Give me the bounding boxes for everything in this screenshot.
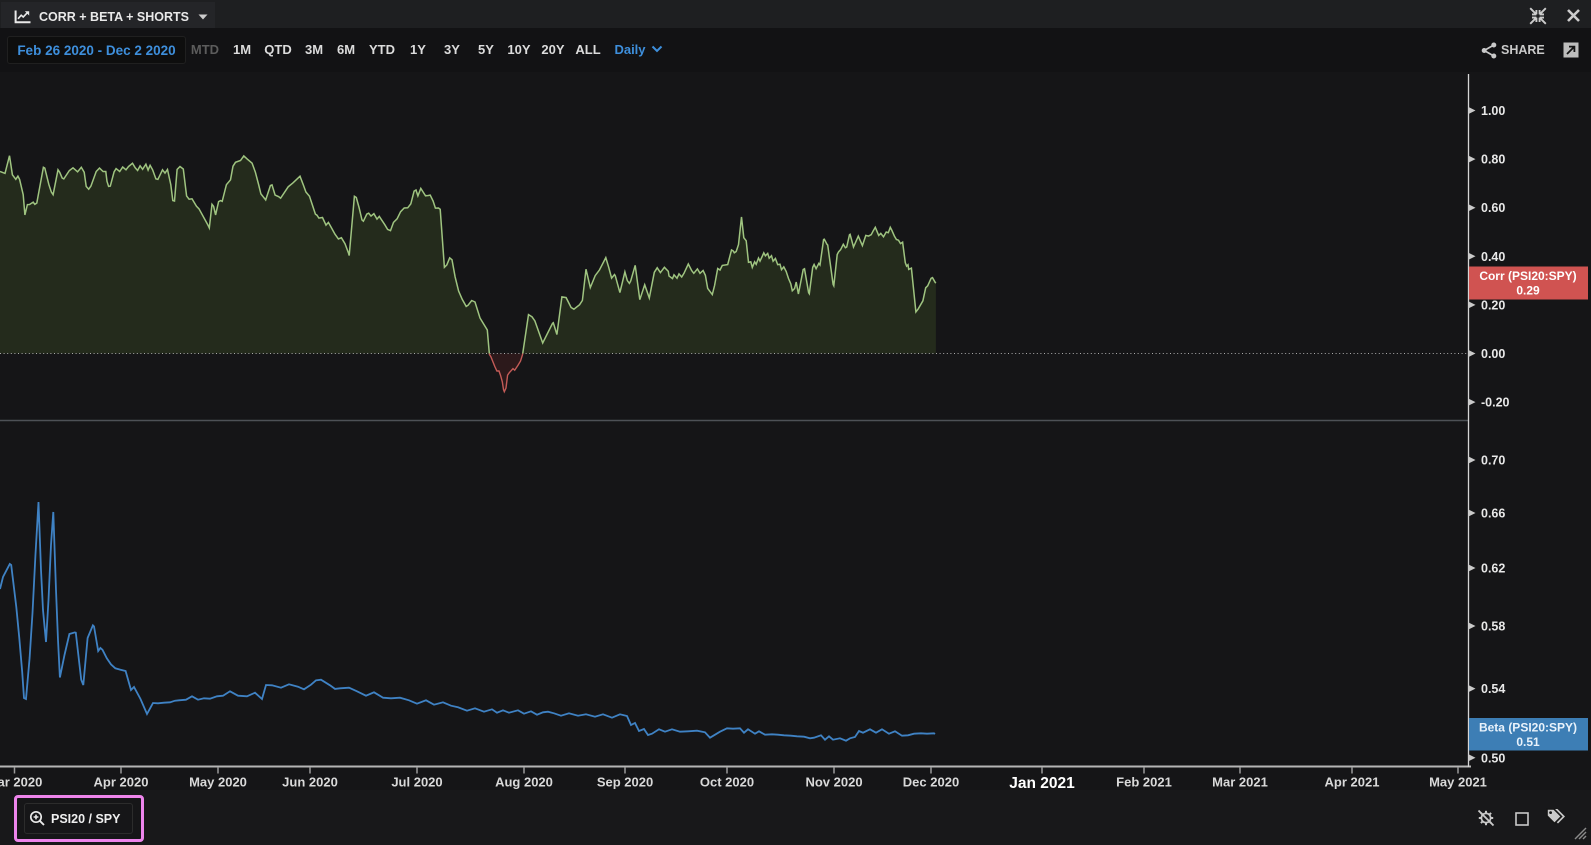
svg-text:0.58: 0.58 <box>1481 620 1505 634</box>
svg-text:0.60: 0.60 <box>1481 201 1505 215</box>
svg-text:0.54: 0.54 <box>1481 682 1505 696</box>
svg-text:Apr 2021: Apr 2021 <box>1325 775 1380 790</box>
svg-text:Corr (PSI20:SPY): Corr (PSI20:SPY) <box>1479 269 1576 283</box>
svg-text:0.20: 0.20 <box>1481 298 1505 312</box>
svg-text:Sep 2020: Sep 2020 <box>597 775 653 790</box>
svg-text:May 2021: May 2021 <box>1429 775 1487 790</box>
svg-text:0.66: 0.66 <box>1481 507 1505 521</box>
svg-text:-0.20: -0.20 <box>1481 396 1510 410</box>
svg-text:Aug 2020: Aug 2020 <box>495 775 553 790</box>
svg-text:Apr 2020: Apr 2020 <box>94 775 149 790</box>
svg-text:Jul 2020: Jul 2020 <box>391 775 442 790</box>
svg-text:0.51: 0.51 <box>1516 735 1540 749</box>
svg-text:Feb 2021: Feb 2021 <box>1116 775 1172 790</box>
svg-text:Oct 2020: Oct 2020 <box>700 775 754 790</box>
svg-text:Mar 2021: Mar 2021 <box>1212 775 1268 790</box>
svg-text:Jan 2021: Jan 2021 <box>1009 775 1075 792</box>
svg-text:0.50: 0.50 <box>1481 751 1505 765</box>
svg-text:0.29: 0.29 <box>1516 284 1540 298</box>
svg-text:May 2020: May 2020 <box>189 775 247 790</box>
svg-text:Dec 2020: Dec 2020 <box>903 775 959 790</box>
svg-text:Mar 2020: Mar 2020 <box>0 775 42 790</box>
svg-text:Nov 2020: Nov 2020 <box>805 775 862 790</box>
svg-text:1.00: 1.00 <box>1481 104 1505 118</box>
svg-text:0.00: 0.00 <box>1481 347 1505 361</box>
svg-text:0.62: 0.62 <box>1481 562 1505 576</box>
svg-text:Jun 2020: Jun 2020 <box>282 775 338 790</box>
svg-text:0.40: 0.40 <box>1481 250 1505 264</box>
svg-text:0.70: 0.70 <box>1481 454 1505 468</box>
svg-text:0.80: 0.80 <box>1481 153 1505 167</box>
svg-text:Beta (PSI20:SPY): Beta (PSI20:SPY) <box>1479 721 1577 735</box>
